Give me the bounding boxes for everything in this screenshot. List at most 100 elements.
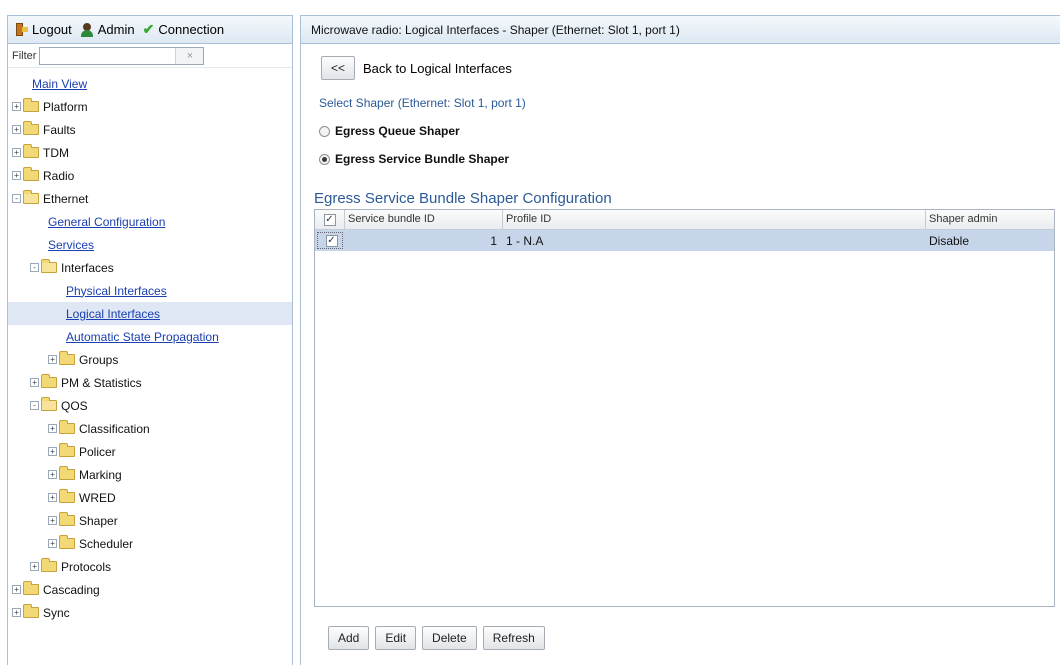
- tree-item-wred[interactable]: + WRED: [8, 486, 292, 509]
- tree-item-label: QOS: [61, 398, 88, 413]
- expand-icon[interactable]: +: [12, 585, 21, 594]
- folder-icon: [23, 121, 39, 135]
- expand-icon[interactable]: +: [30, 562, 39, 571]
- action-buttons: Add Edit Delete Refresh: [328, 626, 545, 650]
- expand-icon[interactable]: +: [48, 516, 57, 525]
- egress-queue-shaper-radio[interactable]: [319, 125, 330, 137]
- navigation-tree: Main View + Platform + Faults + TDM + Radio - Ethe…: [8, 68, 292, 624]
- tree-item-label[interactable]: Main View: [32, 77, 87, 91]
- tree-item-logical-interfaces[interactable]: Logical Interfaces: [8, 302, 292, 325]
- expand-icon[interactable]: +: [12, 608, 21, 617]
- back-label: Back to Logical Interfaces: [363, 60, 512, 76]
- filter-input[interactable]: ×: [39, 46, 205, 65]
- delete-button[interactable]: Delete: [422, 626, 477, 650]
- tree-item-protocols[interactable]: + Protocols: [8, 555, 292, 578]
- tree-item-policer[interactable]: + Policer: [8, 440, 292, 463]
- tree-item-classification[interactable]: + Classification: [8, 417, 292, 440]
- egress-queue-shaper-option[interactable]: Egress Queue Shaper: [319, 124, 460, 138]
- folder-icon: [59, 443, 75, 457]
- folder-icon: [59, 489, 75, 503]
- select-all-checkbox[interactable]: ✓: [323, 213, 336, 226]
- tree-item-label: Platform: [43, 99, 88, 114]
- expand-icon[interactable]: +: [12, 102, 21, 111]
- filter-row: Filter ×: [8, 44, 292, 68]
- column-header-service-bundle-id[interactable]: Service bundle ID: [345, 210, 503, 229]
- tree-item-groups[interactable]: + Groups: [8, 348, 292, 371]
- folder-icon: [59, 466, 75, 480]
- tree-item-marking[interactable]: + Marking: [8, 463, 292, 486]
- egress-service-bundle-shaper-option[interactable]: Egress Service Bundle Shaper: [319, 152, 509, 166]
- clear-filter-icon[interactable]: ×: [175, 47, 204, 64]
- back-button[interactable]: <<: [321, 56, 356, 80]
- expand-icon[interactable]: +: [48, 470, 57, 479]
- collapse-icon[interactable]: -: [30, 401, 39, 410]
- egress-service-bundle-shaper-radio[interactable]: [319, 153, 330, 165]
- service-bundle-id-cell: 1: [490, 233, 497, 248]
- refresh-button[interactable]: Refresh: [482, 626, 545, 650]
- tree-item-radio[interactable]: + Radio: [8, 164, 292, 187]
- expand-icon[interactable]: +: [30, 378, 39, 387]
- tree-item-physical-interfaces[interactable]: Physical Interfaces: [8, 279, 292, 302]
- tree-item-automatic-state-propagation[interactable]: Automatic State Propagation: [8, 325, 292, 348]
- column-header-shaper-admin[interactable]: Shaper admin: [926, 210, 1054, 229]
- tree-item-label[interactable]: Automatic State Propagation: [66, 330, 219, 344]
- folder-icon: [41, 374, 57, 388]
- connection-button[interactable]: ✔ Connection: [143, 21, 225, 38]
- folder-icon: [23, 144, 39, 158]
- row-checkbox[interactable]: ✓: [325, 234, 338, 247]
- tree-item-cascading[interactable]: + Cascading: [8, 578, 292, 601]
- tree-item-label: Shaper: [79, 513, 118, 528]
- tree-item-label: Groups: [79, 352, 119, 367]
- tree-item-label[interactable]: Physical Interfaces: [66, 284, 167, 298]
- tree-item-main-view[interactable]: Main View: [8, 72, 292, 95]
- tree-item-label: Ethernet: [43, 191, 89, 206]
- folder-icon: [41, 558, 57, 572]
- add-button[interactable]: Add: [328, 626, 370, 650]
- tree-item-label: Interfaces: [61, 260, 114, 275]
- expand-icon[interactable]: +: [48, 447, 57, 456]
- expand-icon[interactable]: +: [48, 539, 57, 548]
- table-header: ✓ Service bundle ID Profile ID Shaper ad…: [315, 210, 1054, 230]
- expand-icon[interactable]: +: [48, 355, 57, 364]
- expand-icon[interactable]: +: [12, 125, 21, 134]
- select-all-cell: ✓: [315, 210, 345, 229]
- tree-item-pm-statistics[interactable]: + PM & Statistics: [8, 371, 292, 394]
- back-row: << Back to Logical Interfaces: [321, 56, 512, 80]
- tree-item-faults[interactable]: + Faults: [8, 118, 292, 141]
- tree-item-label[interactable]: Services: [48, 238, 94, 252]
- table-row[interactable]: ✓ 1 1 - N.A Disable: [315, 230, 1054, 251]
- expand-icon[interactable]: +: [12, 148, 21, 157]
- tree-item-services[interactable]: Services: [8, 233, 292, 256]
- logout-button[interactable]: Logout: [16, 22, 72, 37]
- admin-label: Admin: [97, 22, 135, 37]
- tree-item-label: Scheduler: [79, 536, 134, 551]
- collapse-icon[interactable]: -: [12, 194, 21, 203]
- column-header-profile-id[interactable]: Profile ID: [503, 210, 926, 229]
- tree-item-sync[interactable]: + Sync: [8, 601, 292, 624]
- folder-icon: [59, 535, 75, 549]
- tree-item-qos[interactable]: - QOS: [8, 394, 292, 417]
- expand-icon[interactable]: +: [12, 171, 21, 180]
- tree-item-label: PM & Statistics: [61, 375, 142, 390]
- tree-item-interfaces[interactable]: - Interfaces: [8, 256, 292, 279]
- tree-item-label: Faults: [43, 122, 76, 137]
- tree-item-scheduler[interactable]: + Scheduler: [8, 532, 292, 555]
- tree-item-ethernet[interactable]: - Ethernet: [8, 187, 292, 210]
- expand-icon[interactable]: +: [48, 424, 57, 433]
- tree-item-shaper[interactable]: + Shaper: [8, 509, 292, 532]
- edit-button[interactable]: Edit: [375, 626, 417, 650]
- folder-icon: [23, 98, 39, 112]
- tree-item-label: Classification: [79, 421, 150, 436]
- tree-item-tdm[interactable]: + TDM: [8, 141, 292, 164]
- expand-icon[interactable]: +: [48, 493, 57, 502]
- collapse-icon[interactable]: -: [30, 263, 39, 272]
- folder-icon: [59, 420, 75, 434]
- tree-item-label[interactable]: General Configuration: [48, 215, 165, 229]
- logout-label: Logout: [32, 22, 72, 37]
- tree-item-label[interactable]: Logical Interfaces: [66, 307, 160, 321]
- tree-item-platform[interactable]: + Platform: [8, 95, 292, 118]
- user-icon: [80, 22, 94, 37]
- tree-item-label: Radio: [43, 168, 75, 183]
- tree-item-general-configuration[interactable]: General Configuration: [8, 210, 292, 233]
- admin-button[interactable]: Admin: [80, 22, 135, 37]
